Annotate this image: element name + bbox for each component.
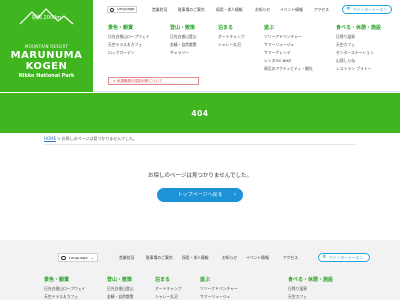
column-link[interactable]: ロックガーデン (108, 50, 135, 56)
column-link[interactable]: 天空カフェ (336, 42, 355, 48)
column-link[interactable]: 天空テラス＆カフェ (108, 42, 142, 48)
column-link[interactable]: 金精・自然散策 (107, 294, 134, 300)
column-title[interactable]: 食べる・休憩・施設 (288, 276, 333, 283)
column-link[interactable]: サマーリュージュ (264, 42, 294, 48)
error-code-title: 404 (191, 109, 209, 118)
nav-link-news[interactable]: お知らせ (222, 255, 237, 261)
logo-altitude: 標高 2000m (31, 15, 62, 21)
column-link[interactable]: 日光白根山ロープウェイ (44, 286, 86, 292)
column-title[interactable]: 登山・散策 (170, 24, 195, 31)
column-link[interactable]: オートキャンプ (155, 286, 181, 292)
column-link[interactable]: シャレー丸沼 (218, 42, 241, 48)
nav-link-events[interactable]: イベント情報 (280, 7, 303, 13)
column-link[interactable]: ギャラリー (170, 50, 189, 56)
column-link[interactable]: レストラン ブラトー (336, 66, 371, 72)
footer-winter-season-button[interactable]: ❄ ウインターシーズン (318, 253, 370, 262)
breadcrumb: HOME>お探しのページは見つかりませんでした。 (44, 136, 137, 142)
breadcrumb-separator: > (57, 136, 61, 141)
column-link[interactable]: 日光白根山ロープウェイ (108, 34, 150, 40)
footer-language-selector[interactable]: Language ⌄ (58, 253, 98, 262)
column-link[interactable]: サマーリュージュ (200, 294, 230, 300)
language-selector[interactable]: Language ⌄ (107, 6, 137, 13)
infection-notice-link[interactable]: × 私達職員の感染対策について (108, 77, 199, 85)
column-link[interactable]: 日帰り温泉 (288, 286, 307, 292)
column-link[interactable]: ツリーアドベンチャー (200, 286, 238, 292)
column-title[interactable]: 遊ぶ (264, 24, 274, 31)
column-link[interactable]: レンタルE-BIKE (264, 58, 291, 64)
column-link[interactable]: シャレー丸沼 (155, 294, 178, 300)
nav-link-recruit[interactable]: 採用・求人情報 (216, 7, 243, 13)
nav-link-access[interactable]: アクセス (314, 7, 329, 13)
logo-name-line1: MARUNUMA (10, 50, 83, 61)
back-to-top-label: トップページへ戻る (177, 192, 223, 198)
site-header: 標高 2000m MOUNTAIN RESORT MARUNUMA KOGEN … (0, 0, 400, 92)
nav-link-parking[interactable]: 駐車場のご案内 (178, 7, 205, 13)
chevron-down-icon: ⌄ (131, 7, 134, 11)
column-link[interactable]: 山頂しらね (336, 58, 355, 64)
column-link[interactable]: ツリーアドベンチャー (264, 34, 302, 40)
column-title[interactable]: 泊まる (155, 276, 170, 283)
chevron-down-icon: ⌄ (90, 255, 94, 260)
breadcrumb-current: お探しのページは見つかりませんでした。 (61, 136, 138, 141)
column-link[interactable]: 天空カフェ (288, 294, 307, 300)
back-to-top-page-button[interactable]: トップページへ戻る › (157, 188, 243, 202)
nav-link-news[interactable]: お知らせ (255, 7, 270, 13)
breadcrumb-home-link[interactable]: HOME (44, 136, 56, 141)
column-link[interactable]: 金精・自然散策 (170, 42, 197, 48)
not-found-message: お探しのページは見つかりませんでした。 (148, 173, 252, 179)
site-logo[interactable]: 標高 2000m MOUNTAIN RESORT MARUNUMA KOGEN … (0, 0, 93, 92)
nav-link-status[interactable]: 営業状況 (119, 255, 134, 261)
winter-season-label: ウインターシーズン (353, 7, 387, 12)
column-link[interactable]: センターステーション (336, 50, 374, 56)
globe-icon (61, 255, 66, 260)
language-label: Language (69, 255, 88, 260)
column-title[interactable]: 景色・観賞 (108, 24, 133, 31)
page: 標高 2000m MOUNTAIN RESORT MARUNUMA KOGEN … (0, 0, 400, 300)
globe-icon (110, 8, 114, 12)
page-banner: 404 (0, 93, 400, 133)
nav-link-status[interactable]: 営業状況 (152, 7, 167, 13)
logo-resort: MOUNTAIN RESORT (24, 44, 69, 49)
winter-season-button[interactable]: ❄ ウインターシーズン (342, 5, 392, 14)
chevron-right-icon: › (233, 191, 236, 198)
column-link[interactable]: 日光白根山登山 (107, 286, 134, 292)
column-title[interactable]: 食べる・休憩・施設 (336, 24, 381, 31)
snowflake-icon: ❄ (346, 6, 351, 12)
logo-park: Nikko National Park (18, 73, 75, 79)
nav-link-recruit[interactable]: 採用・求人情報 (182, 255, 209, 261)
snowflake-icon: ❄ (322, 254, 327, 260)
column-link[interactable]: サマーゲレンデ (264, 50, 291, 56)
column-link[interactable]: 周辺のアクティビティ・観光 (264, 66, 313, 72)
nav-link-access[interactable]: アクセス (283, 255, 298, 261)
winter-season-label: ウインターシーズン (329, 255, 363, 260)
logo-name-line2: KOGEN (25, 61, 68, 72)
column-link[interactable]: 日帰り温泉 (336, 34, 355, 40)
column-link[interactable]: オートキャンプ (218, 34, 244, 40)
divider (44, 144, 356, 145)
column-title[interactable]: 泊まる (218, 24, 233, 31)
column-title[interactable]: 遊ぶ (200, 276, 210, 283)
column-title[interactable]: 景色・観賞 (44, 276, 69, 283)
nav-link-events[interactable]: イベント情報 (246, 255, 269, 261)
column-title[interactable]: 登山・散策 (107, 276, 132, 283)
column-link[interactable]: 天空テラス＆カフェ (44, 294, 78, 300)
nav-link-parking[interactable]: 駐車場のご案内 (146, 255, 173, 261)
column-link[interactable]: 日光白根山登山 (170, 34, 197, 40)
